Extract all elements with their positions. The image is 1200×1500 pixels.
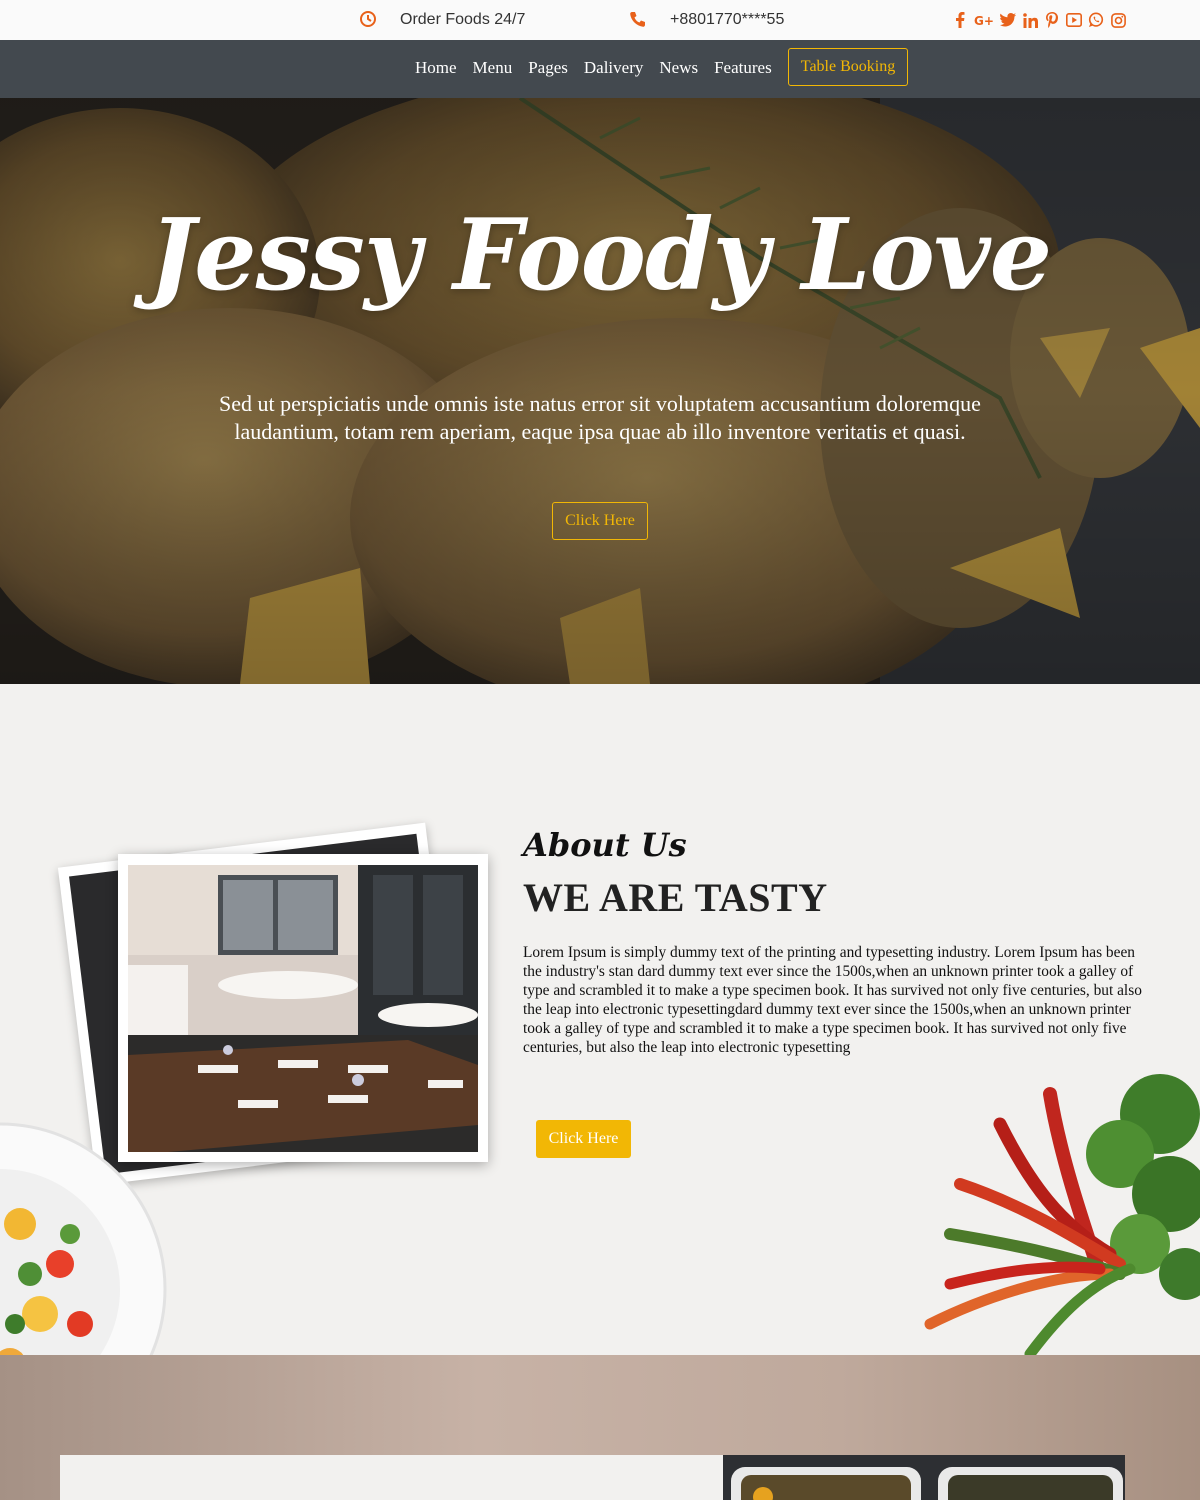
phone-number-text: +8801770****55 [670, 11, 785, 28]
google-plus-icon[interactable]: G+ [974, 11, 994, 29]
nav-item-pages[interactable]: Pages [528, 58, 568, 78]
svg-text:G+: G+ [974, 14, 994, 27]
salad-plate-decoration [0, 1122, 167, 1355]
phone-icon [629, 10, 647, 28]
about-title: WE ARE TASTY [523, 875, 828, 920]
top-info-bar: Order Foods 24/7 +8801770****55 G+ [0, 0, 1200, 40]
order-hours-text: Order Foods 24/7 [400, 11, 526, 28]
hero-title: Jessy Foody Love [148, 198, 1052, 313]
social-links: G+ [952, 11, 1126, 29]
clock-icon [359, 10, 377, 28]
table-booking-button[interactable]: Table Booking [788, 48, 908, 86]
restaurant-photo [118, 854, 488, 1162]
nav-menu: Home Menu Pages Dalivery News Features [415, 58, 772, 78]
whatsapp-icon[interactable] [1088, 11, 1104, 29]
twitter-icon[interactable] [1000, 11, 1016, 29]
instagram-icon[interactable] [1110, 11, 1126, 29]
content-card [60, 1455, 723, 1500]
linkedin-icon[interactable] [1022, 11, 1038, 29]
facebook-icon[interactable] [952, 11, 968, 29]
youtube-icon[interactable] [1066, 11, 1082, 29]
pinterest-icon[interactable] [1044, 11, 1060, 29]
next-section-preview [0, 1355, 1200, 1500]
hero-subtitle: Sed ut perspiciatis unde omnis iste natu… [219, 391, 981, 444]
about-section: About Us WE ARE TASTY Lorem Ipsum is sim… [0, 684, 1200, 1355]
nav-item-features[interactable]: Features [714, 58, 772, 78]
food-trays-image [723, 1455, 1125, 1500]
nav-item-menu[interactable]: Menu [473, 58, 513, 78]
hero-click-here-button[interactable]: Click Here [552, 502, 648, 540]
chili-herbs-decoration [924, 1074, 1200, 1355]
nav-item-news[interactable]: News [659, 58, 698, 78]
nav-item-delivery[interactable]: Dalivery [584, 58, 643, 78]
nav-item-home[interactable]: Home [415, 58, 457, 78]
about-click-here-button[interactable]: Click Here [536, 1120, 631, 1158]
about-kicker: About Us [523, 826, 687, 864]
main-navigation: Home Menu Pages Dalivery News Features T… [0, 40, 1200, 98]
hero-section: Jessy Foody Love Sed ut perspiciatis und… [0, 98, 1200, 684]
